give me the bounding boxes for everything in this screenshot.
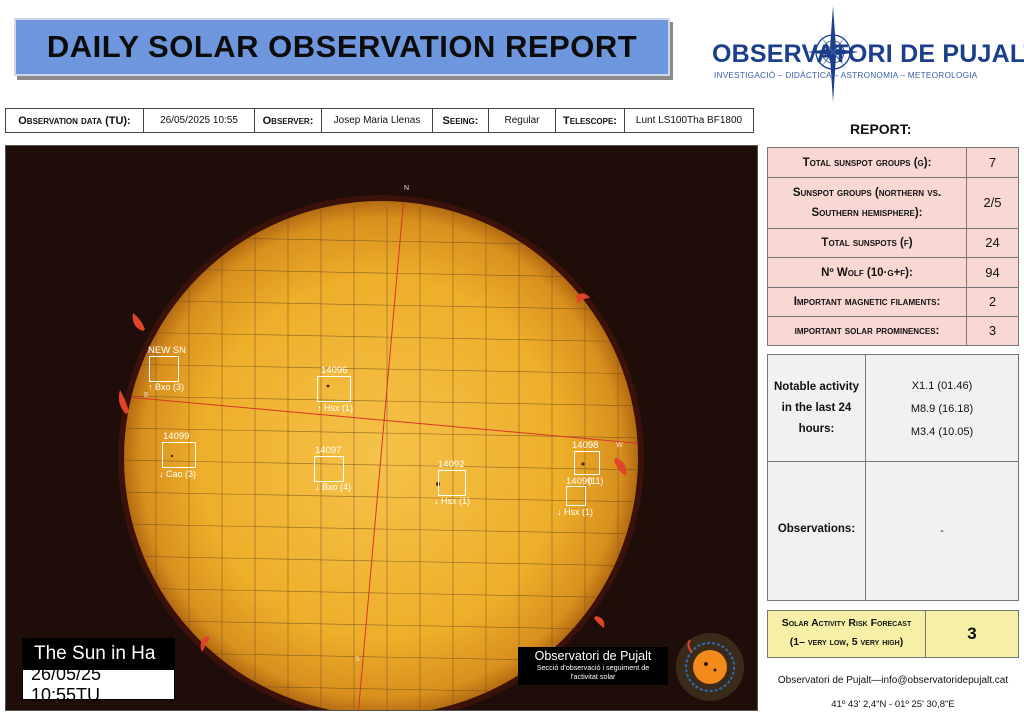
coordinates-line: 41º 43' 2,4"N - 01º 25' 30,8"E xyxy=(831,699,955,710)
west-marker: W xyxy=(616,442,623,449)
telescope-value: Lunt LS100Tha BF1800 xyxy=(624,108,754,133)
row-value: 2 xyxy=(966,287,1019,317)
region-class: ↑ Bxo (3) xyxy=(148,382,185,392)
region-label: NEW SN xyxy=(148,345,186,356)
image-brand-sub-1: Secció d'observació i seguiment de xyxy=(536,663,650,672)
image-brand-name: Observatori de Pujalt xyxy=(534,649,652,663)
observation-info-row: Observation data (TU): 26/05/2025 10:55 … xyxy=(5,108,754,133)
row-label: Total sunspot groups (g): xyxy=(767,147,967,178)
region-box xyxy=(314,456,344,482)
observer-label: Observer: xyxy=(254,108,322,133)
logo-name: OBSERVATORI DE PUJALT xyxy=(712,40,1024,68)
region-box xyxy=(574,451,600,475)
row-label: Sunspot groups (northern vs. Southern he… xyxy=(767,177,967,229)
observer-value: Josep Maria Llenas xyxy=(321,108,433,133)
row-label: Important magnetic filaments: xyxy=(767,287,967,317)
flare-item: M8.9 (16.18) xyxy=(910,403,974,415)
sun-image: NEW SN ↑ Bxo (3) 14096 ↑ Hsx (1) 14099 ↓… xyxy=(5,145,758,711)
table-row: Total sunspots (f) 24 xyxy=(767,228,1019,258)
divider xyxy=(768,461,1018,462)
south-marker: S xyxy=(355,656,360,663)
region-label: 14097 xyxy=(315,445,342,456)
table-row: Nº Wolf (10·g+f): 94 xyxy=(767,257,1019,288)
region-class: ↓ Cao (3) xyxy=(159,469,197,479)
seeing-label: Seeing: xyxy=(432,108,489,133)
region-box xyxy=(317,376,351,402)
region-box xyxy=(438,470,466,496)
region-label: 14096 xyxy=(321,365,348,376)
row-label: Nº Wolf (10·g+f): xyxy=(767,257,967,288)
row-value: 7 xyxy=(966,147,1019,178)
table-row: important solar prominences: 3 xyxy=(767,316,1019,346)
row-value: 24 xyxy=(966,228,1019,258)
observatory-logo: OBSERVATORI DE PUJALT INVESTIGACIÓ – DID… xyxy=(708,4,1024,104)
region-box xyxy=(566,486,586,506)
logo-subtitle: INVESTIGACIÓ – DIDÀCTICA – ASTRONOMIA – … xyxy=(714,70,978,80)
region-label: 14092 xyxy=(438,459,465,470)
row-label: important solar prominences: xyxy=(767,316,967,346)
risk-forecast-box: Solar Activity Risk Forecast (1– very lo… xyxy=(767,610,1019,658)
region-box xyxy=(149,356,179,382)
notable-activity-list: X1.1 (01.46) M8.9 (16.18) M3.4 (10.05) xyxy=(866,375,1018,444)
region-label: 14090 xyxy=(566,476,593,487)
risk-label-line-2: (1– very low, 5 very high) xyxy=(789,636,904,648)
risk-forecast-label: Solar Activity Risk Forecast (1– very lo… xyxy=(768,611,926,657)
table-row: Important magnetic filaments: 2 xyxy=(767,287,1019,317)
row-value: 3 xyxy=(966,316,1019,346)
region-class: ↓ Hsx (1) xyxy=(434,496,470,506)
region-label: 14099 xyxy=(163,431,190,442)
seeing-value: Regular xyxy=(488,108,556,133)
report-title-banner: DAILY SOLAR OBSERVATION REPORT xyxy=(14,18,670,76)
region-class: ↓ Bxo (4) xyxy=(315,482,352,492)
risk-label-line-1: Solar Activity Risk Forecast xyxy=(781,617,912,629)
image-brand-sub-2: l'activitat solar xyxy=(570,672,616,681)
notable-activity-box: Notable activity in the last 24 hours: X… xyxy=(767,354,1019,601)
report-title: DAILY SOLAR OBSERVATION REPORT xyxy=(46,29,638,64)
sun-disk-graphic xyxy=(6,146,757,710)
risk-forecast-value: 3 xyxy=(967,624,977,643)
image-brand-box: Observatori de Pujalt Secció d'observaci… xyxy=(518,647,668,685)
date-label: Observation data (TU): xyxy=(5,108,144,133)
north-marker: N xyxy=(404,185,410,192)
date-value: 26/05/2025 10:55 xyxy=(143,108,255,133)
solar-section-logo-icon xyxy=(676,633,744,701)
table-row: Total sunspot groups (g): 7 xyxy=(767,147,1019,178)
east-marker: E xyxy=(144,392,149,399)
region-label: 14098 xyxy=(572,440,599,451)
report-section-title: REPORT: xyxy=(850,121,912,137)
observations-value: - xyxy=(940,525,944,537)
flare-item: X1.1 (01.46) xyxy=(911,380,973,392)
report-table: Total sunspot groups (g): 7 Sunspot grou… xyxy=(767,147,1019,346)
table-row: Sunspot groups (northern vs. Southern he… xyxy=(767,177,1019,229)
telescope-label: Telescope: xyxy=(555,108,625,133)
row-value: 94 xyxy=(966,257,1019,288)
row-label: Total sunspots (f) xyxy=(767,228,967,258)
flare-item: M3.4 (10.05) xyxy=(910,426,974,438)
row-value: 2/5 xyxy=(966,177,1019,229)
region-class: ↑ Hsx (1) xyxy=(317,403,353,413)
notable-activity-label: Notable activity in the last 24 hours: xyxy=(774,381,859,435)
observations-label: Observations: xyxy=(777,523,856,535)
image-timestamp: 26/05/25 10:55TU xyxy=(22,664,175,705)
region-class: ↓ Hsx (1) xyxy=(557,507,593,517)
contact-line: Observatori de Pujalt—info@observatoride… xyxy=(777,675,1009,686)
region-box xyxy=(162,442,196,468)
